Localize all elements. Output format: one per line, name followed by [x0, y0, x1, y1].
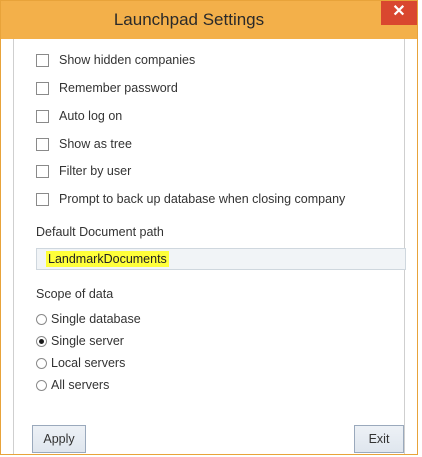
close-button[interactable]: ✕: [381, 1, 417, 25]
document-path-input[interactable]: LandmarkDocuments: [36, 248, 406, 270]
radio-single-server[interactable]: Single server: [36, 332, 124, 350]
checkbox-remember-password[interactable]: Remember password: [36, 79, 178, 97]
window-title: Launchpad Settings: [113, 10, 265, 29]
checkbox-box[interactable]: [36, 109, 49, 123]
radio-label: Local servers: [51, 356, 126, 370]
document-path-value: LandmarkDocuments: [46, 251, 169, 267]
radio-button[interactable]: [36, 379, 47, 391]
radio-button[interactable]: [36, 313, 47, 325]
checkbox-box[interactable]: [36, 164, 49, 178]
checkbox-label: Show as tree: [59, 137, 132, 151]
checkbox-show-hidden-companies[interactable]: Show hidden companies: [36, 51, 195, 69]
checkbox-filter-by-user[interactable]: Filter by user: [36, 162, 131, 180]
checkbox-box[interactable]: [36, 53, 49, 67]
radio-all-servers[interactable]: All servers: [36, 376, 109, 394]
launchpad-settings-dialog: Launchpad Settings ✕ Show hidden compani…: [0, 0, 418, 455]
checkbox-auto-log-on[interactable]: Auto log on: [36, 107, 122, 125]
checkbox-label: Prompt to back up database when closing …: [59, 192, 346, 206]
settings-panel: Show hidden companies Remember password …: [13, 39, 406, 454]
checkbox-prompt-backup[interactable]: Prompt to back up database when closing …: [36, 190, 345, 208]
checkbox-box[interactable]: [36, 192, 49, 206]
radio-local-servers[interactable]: Local servers: [36, 354, 125, 372]
radio-label: All servers: [51, 378, 110, 392]
checkbox-show-as-tree[interactable]: Show as tree: [36, 135, 132, 153]
checkbox-box[interactable]: [36, 137, 49, 151]
radio-label: Single server: [51, 334, 124, 348]
apply-button[interactable]: Apply: [32, 425, 86, 453]
scope-of-data-label: Scope of data: [36, 287, 114, 301]
checkbox-label: Auto log on: [59, 109, 123, 123]
radio-label: Single database: [51, 312, 141, 326]
title-bar: Launchpad Settings ✕: [1, 1, 417, 39]
radio-button-selected[interactable]: [36, 335, 47, 347]
radio-single-database[interactable]: Single database: [36, 310, 141, 328]
checkbox-label: Show hidden companies: [59, 53, 196, 67]
checkbox-box[interactable]: [36, 81, 49, 95]
checkbox-label: Remember password: [59, 81, 178, 95]
document-path-label: Default Document path: [36, 225, 164, 239]
radio-button[interactable]: [36, 357, 47, 369]
exit-button[interactable]: Exit: [354, 425, 404, 453]
checkbox-label: Filter by user: [59, 164, 132, 178]
